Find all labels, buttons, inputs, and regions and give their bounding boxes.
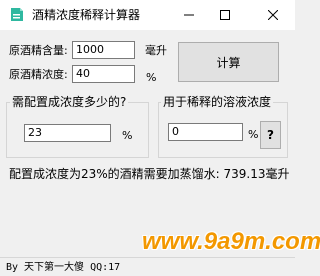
calculate-button[interactable]: 计算 (178, 42, 279, 82)
original-concentration-input[interactable]: 40 (72, 65, 135, 83)
minimize-button[interactable] (172, 0, 206, 30)
close-icon (268, 10, 278, 20)
status-text: By 天下第一大傻 QQ:17 (6, 262, 121, 273)
diluent-concentration-unit: % (248, 128, 259, 141)
status-bar: By 天下第一大傻 QQ:17 (0, 257, 295, 276)
original-volume-input[interactable]: 1000 (72, 41, 135, 59)
app-logo-icon (11, 8, 23, 21)
original-volume-unit: 毫升 (145, 44, 167, 57)
window-title: 酒精浓度稀释计算器 (32, 8, 141, 22)
minimize-icon (184, 14, 194, 16)
diluent-concentration-input[interactable]: 0 (168, 123, 243, 141)
maximize-icon (220, 10, 230, 20)
target-concentration-title: 需配置成浓度多少的? (10, 95, 129, 109)
help-button[interactable]: ? (260, 121, 281, 149)
site-watermark: www.9a9m.com (142, 228, 320, 255)
close-button[interactable] (256, 0, 290, 30)
target-concentration-unit: % (122, 129, 133, 142)
diluent-concentration-title: 用于稀释的溶液浓度 (161, 95, 274, 109)
title-bar: 酒精浓度稀释计算器 (0, 0, 295, 30)
original-concentration-label: 原酒精浓度: (9, 68, 68, 81)
original-concentration-unit: % (146, 71, 157, 84)
original-volume-label: 原酒精含量: (9, 44, 68, 57)
maximize-button[interactable] (208, 0, 242, 30)
target-concentration-input[interactable]: 23 (24, 124, 111, 142)
result-text: 配置成浓度为23%的酒精需要加蒸馏水: 739.13毫升 (9, 167, 290, 181)
